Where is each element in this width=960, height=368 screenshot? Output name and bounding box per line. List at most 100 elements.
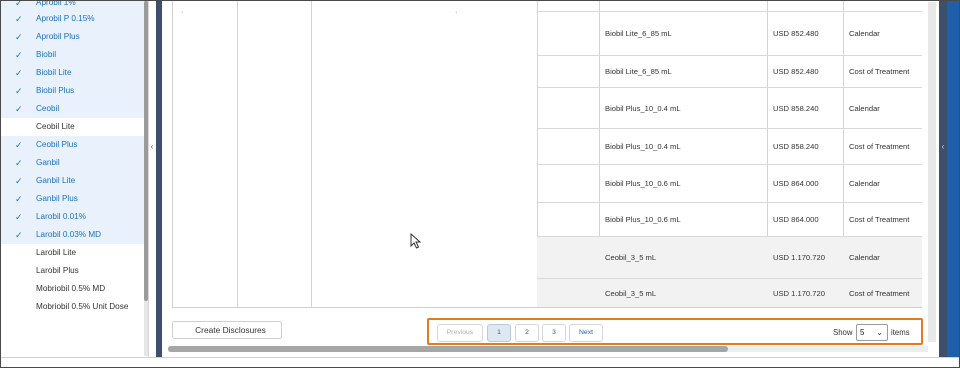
filter-item-label: Ceobil Plus: [36, 140, 78, 149]
filter-item[interactable]: Mobriobil 0.5% Unit Dose: [1, 298, 147, 316]
page-size-value: 5: [860, 328, 865, 337]
table-vertical-scrollbar[interactable]: [928, 2, 936, 342]
disclosure-type-cell: Calendar: [849, 179, 880, 188]
filter-item-label: Biobil Lite: [36, 68, 72, 77]
filter-item[interactable]: Mobriobil 0.5% MD: [1, 280, 147, 298]
table-column-divider: [237, 1, 238, 307]
filter-item[interactable]: ✓ Ganbil Lite: [1, 172, 147, 190]
table-row: Biobil Plus_10_0.4 mL USD 858.240 Calendar: [537, 87, 922, 128]
filter-item[interactable]: ✓ Biobil Lite: [1, 64, 147, 82]
filter-item[interactable]: ✓ Aprobil P 0.15%: [1, 10, 147, 28]
filter-item[interactable]: Larobil Plus: [1, 262, 147, 280]
filter-item-label: Larobil Lite: [36, 248, 77, 257]
filter-item[interactable]: ✓ Aprobil 1%: [1, 1, 147, 10]
filter-item[interactable]: Ceobil Lite: [1, 118, 147, 136]
filter-item[interactable]: ✓ Ceobil: [1, 100, 147, 118]
faint-tick-icon: ˎ: [181, 3, 184, 13]
chevron-down-icon: ⌄: [876, 328, 883, 337]
filter-item-label: Biobil Plus: [36, 86, 75, 95]
filter-item[interactable]: ✓ Ceobil Plus: [1, 136, 147, 154]
checkmark-icon: ✓: [15, 194, 23, 204]
disclosure-type-cell: Calendar: [849, 103, 880, 113]
right-collapse-bar[interactable]: [947, 1, 959, 358]
filter-item-label: Aprobil Plus: [36, 32, 80, 41]
pagination-bar: Previous 1 2 3 Next Show 5 ⌄ items: [427, 318, 923, 345]
price-cell: USD 852.480: [773, 29, 819, 38]
checkmark-icon: ✓: [15, 104, 23, 114]
bottom-border: [1, 357, 959, 367]
filter-item[interactable]: ✓ Ganbil: [1, 154, 147, 172]
table-row: Biobil Plus_10_0.6 mL USD 864.000 Cost of …: [537, 202, 922, 236]
filter-item-label: Mobriobil 0.5% Unit Dose: [36, 302, 129, 311]
checkmark-icon: ✓: [15, 212, 23, 222]
table-column-divider: [311, 1, 312, 307]
left-collapse-bar[interactable]: [148, 1, 156, 358]
filter-panel: ✓ Aprobil 1% ✓ Aprobil P 0.15% ✓ Aprobil Plus…: [1, 1, 147, 358]
product-name-cell: Biobil Lite_6_85 mL: [605, 67, 672, 76]
filter-item-label: Aprobil 1%: [36, 1, 76, 7]
page-3-button[interactable]: 3: [542, 324, 566, 342]
main-content: ˎ ˎ Biobil Lite_6_85 mL USD 852.480 Calend…: [162, 1, 939, 357]
create-disclosures-button[interactable]: Create Disclosures: [172, 321, 282, 339]
table-row: Biobil Plus_10_0.4 mL USD 858.240 Cost of …: [537, 128, 922, 164]
product-name-cell: Biobil Plus_10_0.6 mL: [605, 179, 681, 188]
checkmark-icon: ✓: [15, 68, 23, 78]
page-size-select[interactable]: 5 ⌄: [856, 324, 888, 341]
price-cell: USD 864.000: [773, 215, 819, 224]
checkmark-icon: ✓: [15, 176, 23, 186]
filter-item-label: Ganbil Plus: [36, 194, 78, 203]
page-2-button[interactable]: 2: [515, 324, 539, 342]
product-name-cell: Biobil Lite_6_85 mL: [605, 29, 672, 38]
checkmark-icon: ✓: [15, 1, 23, 8]
product-name-cell: Biobil Plus_10_0.4 mL: [605, 142, 681, 151]
checkmark-icon: ✓: [15, 158, 23, 168]
right-panel-divider: [939, 1, 947, 358]
filter-item-label: Larobil 0.03% MD: [36, 230, 102, 239]
filter-item[interactable]: ✓ Biobil: [1, 46, 147, 64]
checkmark-icon: ✓: [15, 230, 23, 240]
filter-item-label: Ceobil Lite: [36, 122, 75, 131]
filter-item-label: Ceobil: [36, 104, 60, 113]
chevron-left-icon[interactable]: ‹: [148, 142, 156, 151]
items-label: items: [891, 328, 910, 337]
disclosure-type-cell: Calendar: [849, 253, 880, 262]
checkmark-icon: ✓: [15, 86, 23, 96]
filter-item-label: Ganbil Lite: [36, 176, 76, 185]
product-name-cell: Ceobil_3_5 mL: [605, 253, 657, 262]
horizontal-scrollbar-thumb[interactable]: [168, 346, 728, 352]
filter-item-label: Biobil: [36, 50, 57, 59]
product-name-cell: Biobil Plus_10_0.4 mL: [605, 103, 681, 113]
table-row: Biobil Lite_6_85 mL USD 852.480 Cost of Tr…: [537, 55, 922, 87]
disclosure-type-cell: Calendar: [849, 29, 880, 38]
results-table: ˎ ˎ Biobil Lite_6_85 mL USD 852.480 Calend…: [172, 1, 922, 308]
next-page-button[interactable]: Next: [569, 324, 603, 342]
filter-item-label: Mobriobil 0.5% MD: [36, 284, 106, 293]
filter-item[interactable]: ✓ Larobil 0.01%: [1, 208, 147, 226]
table-row: Ceobil_3_5 mL USD 1.170.720 Calendar: [537, 236, 922, 278]
table-row: Biobil Plus_10_0.6 mL USD 864.000 Calendar: [537, 164, 922, 202]
filter-item-label: Aprobil P 0.15%: [36, 14, 95, 23]
filter-item[interactable]: ✓ Aprobil Plus: [1, 28, 147, 46]
disclosure-type-cell: Cost of Treatment: [849, 289, 910, 298]
product-name-cell: Ceobil_3_5 mL: [605, 289, 657, 298]
price-cell: USD 852.480: [773, 67, 819, 76]
filter-item[interactable]: ✓ Larobil 0.03% MD: [1, 226, 147, 244]
previous-page-button[interactable]: Previous: [437, 324, 483, 342]
table-row: Biobil Lite_6_85 mL USD 852.480 Calendar: [537, 11, 922, 55]
filter-list: ✓ Aprobil 1% ✓ Aprobil P 0.15% ✓ Aprobil Plus…: [1, 1, 147, 316]
disclosure-type-cell: Cost of Treatment: [849, 67, 910, 76]
chevron-left-icon[interactable]: ‹: [939, 142, 947, 151]
filter-item-label: Ganbil: [36, 158, 60, 167]
filter-item[interactable]: Larobil Lite: [1, 244, 147, 262]
price-cell: USD 1.170.720: [773, 253, 825, 262]
product-name-cell: Biobil Plus_10_0.6 mL: [605, 215, 681, 224]
table-row: Ceobil_3_5 mL USD 1.170.720 Cost of Treatm…: [537, 278, 922, 307]
checkmark-icon: ✓: [15, 32, 23, 42]
price-cell: USD 858.240: [773, 103, 819, 113]
price-cell: USD 858.240: [773, 142, 819, 151]
filter-item[interactable]: ✓ Biobil Plus: [1, 82, 147, 100]
checkmark-icon: ✓: [15, 14, 23, 24]
page-1-button[interactable]: 1: [487, 324, 511, 342]
filter-item[interactable]: ✓ Ganbil Plus: [1, 190, 147, 208]
filter-item-label: Larobil 0.01%: [36, 212, 87, 221]
